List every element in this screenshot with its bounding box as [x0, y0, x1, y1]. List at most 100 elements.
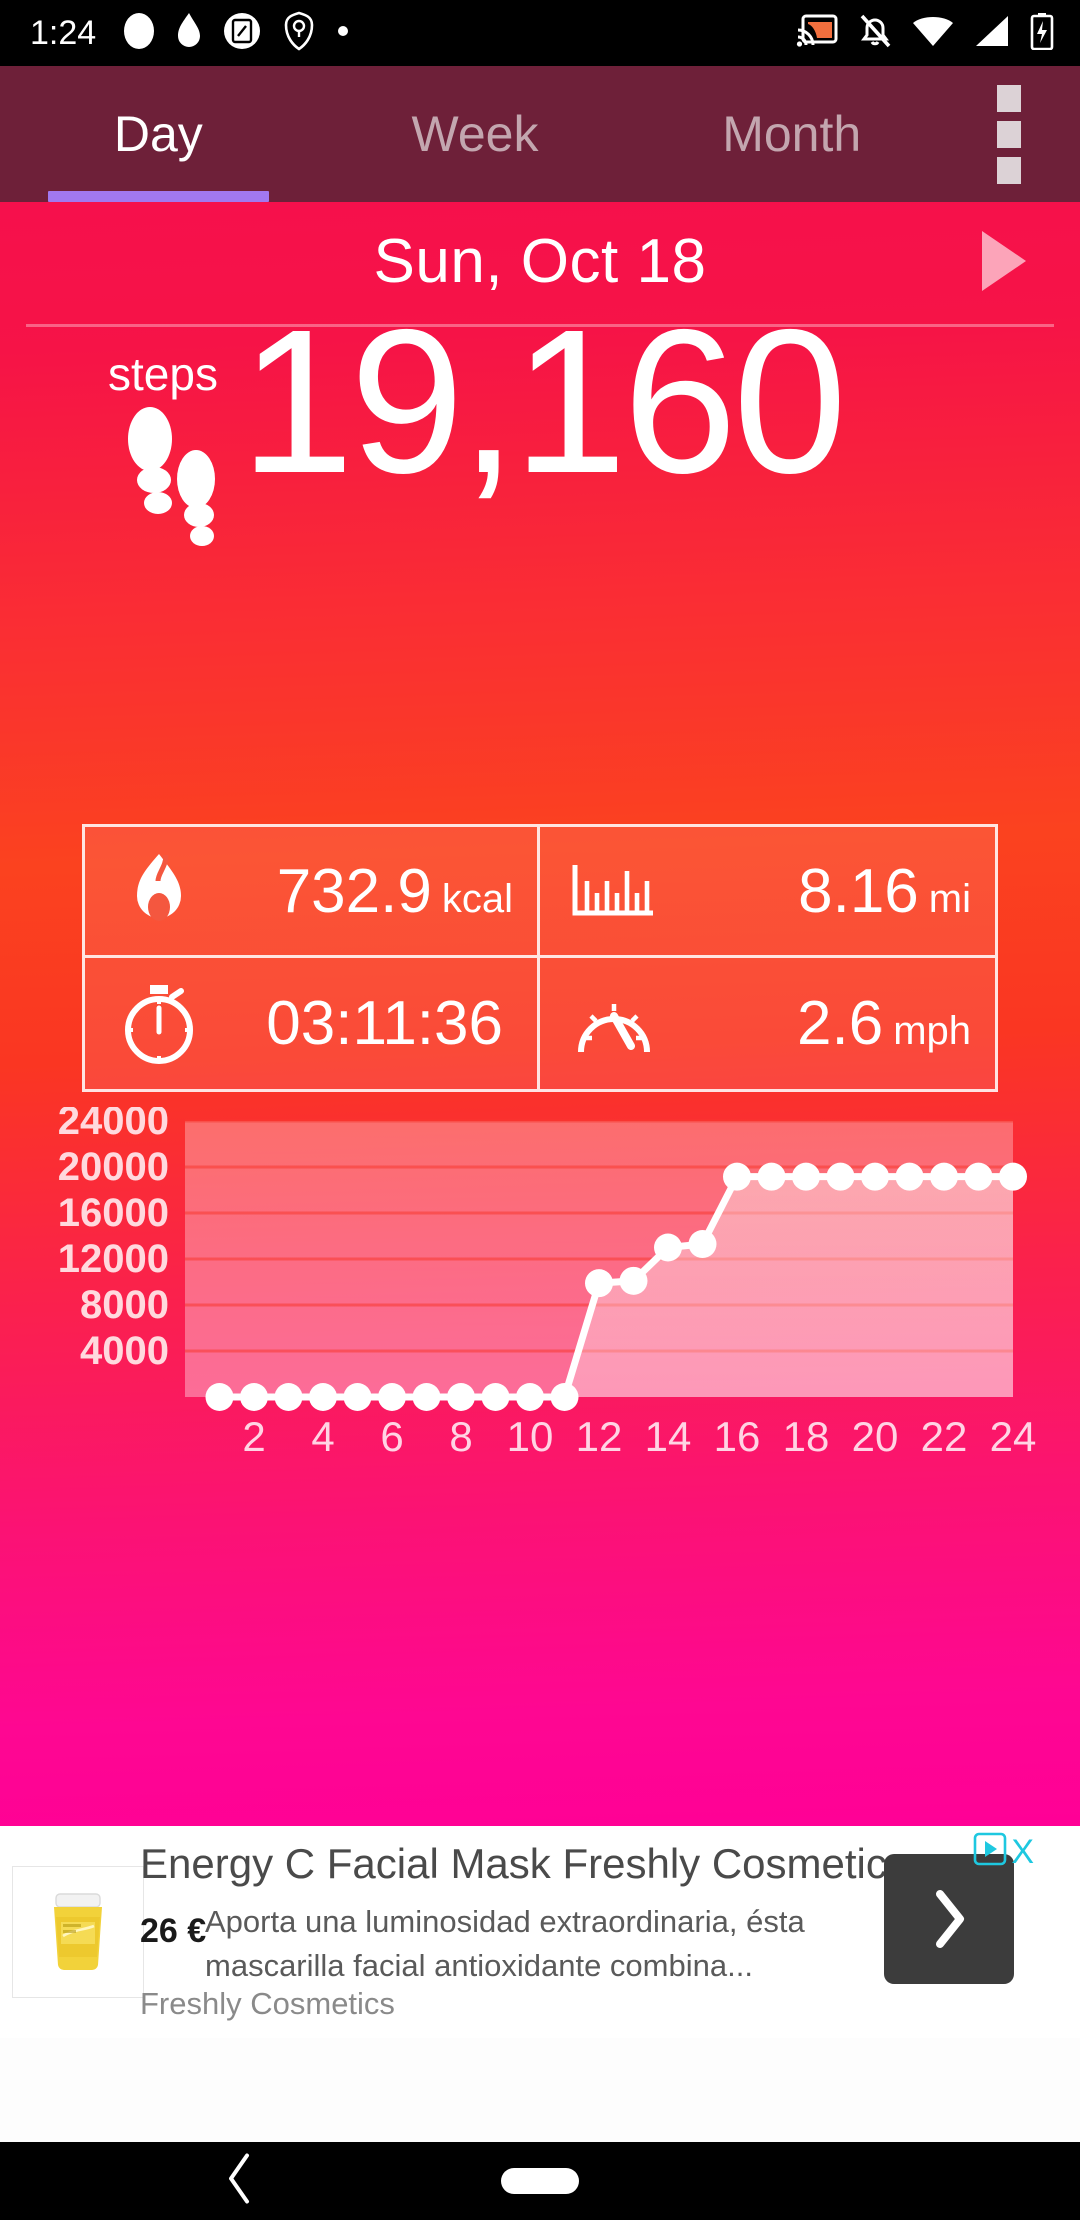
- tab-day-label: Day: [113, 106, 203, 162]
- chart-data-point: [516, 1383, 544, 1411]
- phone-screen: 1:24 Day Week Month Sun, Oct 18 steps 19…: [0, 0, 1080, 2220]
- flame-icon: [115, 851, 203, 931]
- circle-notification-icon: [122, 11, 156, 56]
- chart-data-point: [309, 1383, 337, 1411]
- stat-speed-value: 2.6: [796, 989, 884, 1058]
- chart-data-point: [447, 1383, 475, 1411]
- chart-x-tick-label: 6: [380, 1413, 403, 1457]
- stopwatch-icon: [115, 983, 203, 1065]
- ad-banner[interactable]: Energy C Facial Mask Freshly Cosmetics 2…: [0, 1826, 1080, 2038]
- stat-calories-unit: kcal: [441, 876, 513, 921]
- chart-x-tick-label: 8: [449, 1413, 472, 1457]
- speedometer-icon: [570, 986, 658, 1062]
- chart-x-tick-label: 14: [645, 1413, 692, 1457]
- ad-thumbnail: [12, 1866, 144, 1998]
- status-bar-clock: 1:24: [30, 14, 97, 52]
- steps-unit-label: steps: [108, 348, 218, 400]
- chart-data-point: [240, 1383, 268, 1411]
- cast-icon: [796, 13, 838, 54]
- stat-distance-value: 8.16: [798, 856, 919, 926]
- chart-data-point: [343, 1383, 372, 1411]
- stat-duration[interactable]: 03:11:36: [85, 958, 540, 1089]
- tab-month[interactable]: Month: [633, 66, 950, 202]
- chart-data-point: [205, 1383, 234, 1411]
- chart-data-point: [757, 1162, 786, 1191]
- stat-duration-value: 03:11:36: [266, 989, 503, 1058]
- chart-data-point: [585, 1269, 613, 1298]
- chart-data-point: [274, 1383, 303, 1411]
- chart-x-tick-label: 24: [990, 1413, 1037, 1457]
- screenshot-notification-icon: [222, 11, 262, 56]
- ad-description: Aporta una luminosidad extraordinaria, é…: [205, 1904, 805, 1983]
- ad-price: 26 €: [140, 1912, 207, 1950]
- steps-hero: steps 19,160: [0, 299, 1080, 567]
- battery-charging-icon: [1030, 12, 1054, 55]
- chart-data-point: [654, 1233, 682, 1262]
- steps-count-value: 19,160: [240, 287, 847, 516]
- chart-data-point: [550, 1383, 579, 1411]
- close-icon[interactable]: X: [1011, 1835, 1034, 1869]
- chart-x-tick-label: 18: [783, 1413, 830, 1457]
- chart-x-tick-label: 22: [921, 1413, 968, 1457]
- android-navigation-bar: [0, 2142, 1080, 2220]
- chart-x-tick-label: 10: [507, 1413, 554, 1457]
- stat-speed[interactable]: 2.6 mph: [540, 958, 995, 1089]
- chart-data-point: [792, 1162, 820, 1191]
- chart-x-tick-label: 12: [576, 1413, 623, 1457]
- back-chevron-icon[interactable]: [222, 2152, 256, 2211]
- chart-y-tick-label: 12000: [58, 1237, 169, 1281]
- tab-list: Day Week Month: [0, 66, 950, 202]
- home-pill-icon[interactable]: [501, 2168, 579, 2194]
- chart-canvas: 40008000120001600020000240002 4 6 8 10 12 14 16…: [58, 1107, 1037, 1457]
- tab-week[interactable]: Week: [317, 66, 634, 202]
- overflow-dot: [997, 120, 1021, 148]
- tab-month-label: Month: [722, 106, 862, 162]
- play-next-icon[interactable]: [982, 231, 1026, 291]
- ad-brand: Freshly Cosmetics: [140, 1986, 395, 2021]
- view-mode-tab-bar: Day Week Month: [0, 66, 1080, 202]
- more-vertical-icon[interactable]: [974, 66, 1044, 202]
- stats-grid: 732.9 kcal 8.16 mi 03:11:36 2.6 mph: [82, 824, 998, 1092]
- notifications-off-icon: [858, 12, 892, 55]
- chart-data-point: [412, 1383, 441, 1411]
- chart-data-point: [861, 1162, 889, 1191]
- chart-data-point: [723, 1162, 751, 1191]
- chart-data-point: [378, 1383, 406, 1411]
- chart-y-tick-label: 24000: [58, 1107, 169, 1143]
- chart-data-point: [895, 1162, 924, 1191]
- chart-x-tick-label: 2: [242, 1413, 265, 1457]
- adchoices-icon[interactable]: [973, 1832, 1007, 1871]
- stat-distance[interactable]: 8.16 mi: [540, 827, 995, 958]
- chart-y-tick-label: 16000: [58, 1191, 169, 1235]
- stat-calories[interactable]: 732.9 kcal: [85, 827, 540, 958]
- tab-day[interactable]: Day: [0, 66, 317, 202]
- stat-duration-values: 03:11:36: [215, 988, 537, 1059]
- tab-active-indicator: [47, 191, 270, 202]
- status-bar: 1:24: [0, 0, 1080, 66]
- chevron-right-icon[interactable]: [884, 1854, 1014, 1984]
- chart-data-point: [481, 1383, 510, 1411]
- chart-y-tick-label: 20000: [58, 1145, 169, 1189]
- stat-calories-values: 732.9 kcal: [215, 856, 537, 927]
- ruler-icon: [570, 859, 658, 923]
- stat-speed-values: 2.6 mph: [670, 988, 995, 1059]
- current-date-label: Sun, Oct 18: [373, 226, 707, 296]
- cellular-signal-icon: [974, 15, 1010, 52]
- dot-notification-icon: [336, 11, 350, 56]
- chart-y-tick-label: 8000: [80, 1283, 169, 1327]
- ad-controls: X: [973, 1832, 1034, 1871]
- footprints-icon: [120, 399, 228, 554]
- chart-x-tick-label: 16: [714, 1413, 761, 1457]
- chart-data-point: [999, 1162, 1027, 1191]
- steps-over-time-chart: 4000 8000 12000 16000 20000 24000 2 4 6 8 10 12 14 16…: [0, 1107, 1080, 1457]
- stat-distance-values: 8.16 mi: [670, 856, 995, 927]
- tab-week-label: Week: [411, 106, 539, 162]
- chart-data-point: [826, 1162, 855, 1191]
- overflow-dot: [997, 84, 1021, 112]
- status-bar-notification-icons: [122, 11, 350, 56]
- ad-title: Energy C Facial Mask Freshly Cosmetics: [140, 1840, 908, 1887]
- status-bar-system-icons: [796, 0, 1054, 66]
- stat-calories-value: 732.9: [276, 856, 432, 926]
- stat-speed-unit: mph: [893, 1009, 971, 1053]
- chart-x-tick-label: 20: [852, 1413, 899, 1457]
